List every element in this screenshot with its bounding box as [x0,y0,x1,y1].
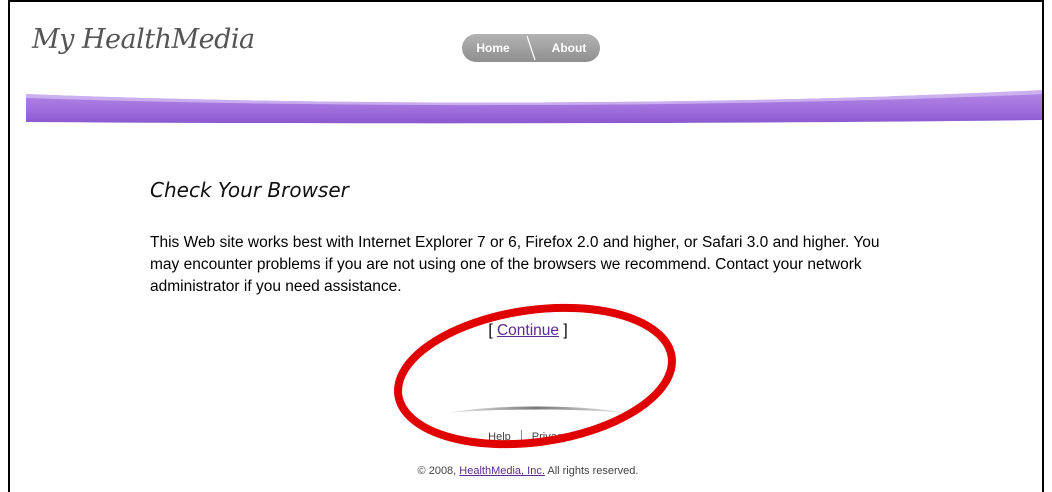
footer-help-link[interactable]: Help [488,431,511,443]
company-link[interactable]: HealthMedia, Inc. [459,465,545,477]
nav-divider [524,34,538,62]
footer-divider [520,430,522,444]
continue-link[interactable]: Continue [497,322,559,339]
top-nav: Home About [462,34,600,62]
copyright-prefix: © 2008, [417,465,460,477]
browser-message: This Web site works best with Internet E… [150,234,880,295]
continue-bracket-open: [ [488,322,497,339]
footer-privacy-link[interactable]: Privacy [532,431,568,443]
nav-home[interactable]: Home [462,41,524,55]
footer-swoosh [440,406,634,414]
copyright-suffix: All rights reserved. [544,465,639,477]
continue-bracket-close: ] [559,322,568,339]
nav-about[interactable]: About [538,41,600,55]
copyright: © 2008, HealthMedia, Inc. All rights res… [10,465,1042,477]
header-banner [26,90,1042,124]
footer-links: Help Privacy [10,430,1042,444]
page-title: Check Your Browser [150,178,349,202]
continue-area: [ Continue ] [10,322,1042,340]
site-logo[interactable]: My HealthMedia [32,24,255,55]
browser-viewport: My HealthMedia Home About Check Your Bro… [8,0,1044,492]
